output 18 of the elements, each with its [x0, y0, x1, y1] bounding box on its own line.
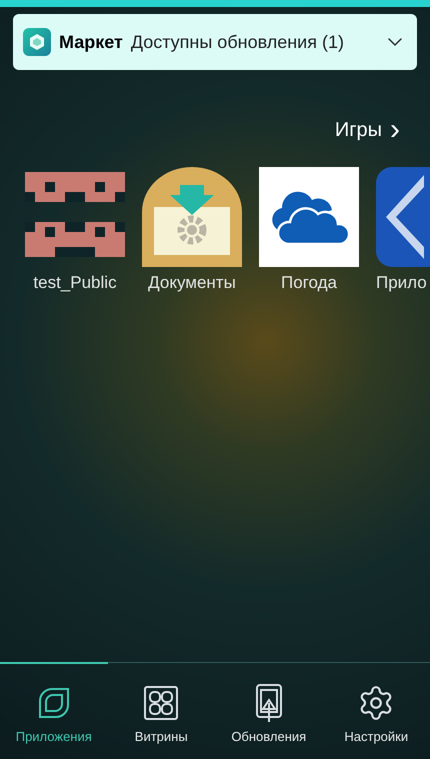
update-notification[interactable]: Маркет Доступны обновления (1) — [13, 14, 417, 70]
grid-icon — [143, 685, 180, 721]
cloud-icon[interactable] — [259, 167, 359, 267]
nav-tab[interactable]: Витрины — [108, 683, 215, 746]
app-label: Документы — [148, 272, 236, 294]
nav-tab[interactable]: Приложения — [0, 662, 108, 746]
app-label: test_Public — [33, 272, 117, 294]
section-title[interactable]: Игры — [334, 115, 382, 145]
nav-tab[interactable]: Обновления — [215, 683, 322, 746]
app-label: Прило — [376, 272, 427, 294]
notification-message: Доступны обновления (1) — [130, 30, 344, 54]
nav-tab[interactable]: Настройки — [322, 683, 430, 746]
section-chevron[interactable]: › — [390, 115, 400, 145]
app-label: Погода — [281, 272, 337, 294]
market-app-icon — [23, 28, 51, 56]
notification-app-name: Маркет — [59, 30, 123, 54]
tablet-upload-icon — [254, 683, 283, 723]
download-gear-folder-icon[interactable] — [142, 167, 242, 267]
